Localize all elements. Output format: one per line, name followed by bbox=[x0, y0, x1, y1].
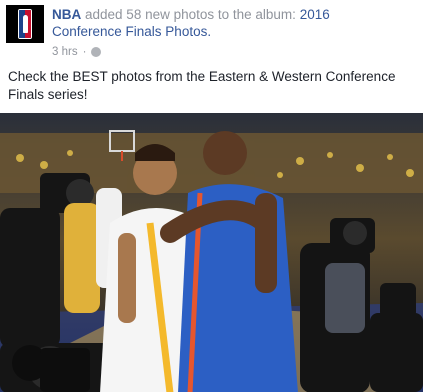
timestamp-link[interactable]: 3 hrs bbox=[52, 46, 78, 58]
nba-logo-icon bbox=[18, 9, 32, 39]
post-headline: NBA added 58 new photos to the album: 20… bbox=[52, 6, 417, 40]
page-avatar[interactable] bbox=[6, 5, 44, 43]
globe-icon[interactable] bbox=[91, 47, 102, 57]
post-photo[interactable] bbox=[0, 113, 423, 392]
post-meta: 3 hrs · bbox=[52, 46, 102, 58]
post-header: NBA added 58 new photos to the album: 20… bbox=[6, 5, 417, 61]
post-message: Check the BEST photos from the Eastern &… bbox=[8, 69, 396, 102]
author-link[interactable]: NBA bbox=[52, 7, 81, 22]
photo-illustration bbox=[0, 113, 423, 392]
meta-separator: · bbox=[82, 46, 87, 58]
post-action-text: added 58 new photos to the album: bbox=[85, 7, 296, 22]
